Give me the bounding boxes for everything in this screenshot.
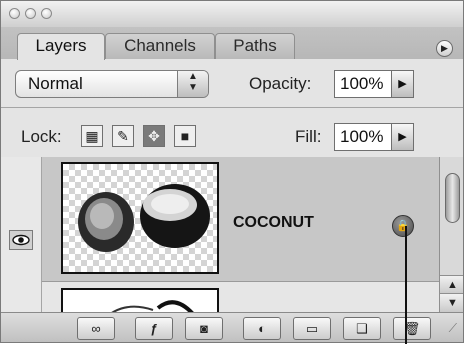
layer-controls: Normal ▲ ▼ Opacity: 100% ▶ Lock: ▦ ✎ ✥ ■ … [1,59,463,158]
layer-lock-icon: 🔒 [392,215,414,237]
group-folder-icon[interactable]: ▭ [293,317,331,340]
layer-style-icon[interactable]: ƒ [135,317,173,340]
fill-arrow-button[interactable]: ▶ [392,123,414,151]
callout-line [405,226,407,344]
scroll-thumb[interactable] [445,173,460,223]
layer-list: COCONUT 🔒 [1,157,439,328]
opacity-label: Opacity: [249,74,312,93]
scroll-up-icon[interactable]: ▲ [440,275,463,294]
lock-paint-icon[interactable]: ✎ [112,125,134,147]
minimize-window-button[interactable] [25,8,36,19]
adjustment-layer-icon[interactable]: ◐ [243,317,281,340]
layer-thumbnail[interactable] [61,162,219,274]
palette-title-bar[interactable] [1,1,463,28]
blend-mode-select[interactable]: Normal ▲ ▼ [15,70,209,98]
layer-mask-icon[interactable]: ◙ [185,317,223,340]
eye-icon[interactable] [9,230,33,250]
scroll-down-icon[interactable]: ▼ [440,293,463,312]
trash-icon[interactable]: 🗑 [393,317,431,340]
layer-name[interactable]: COCONUT [233,214,314,232]
tab-strip: Layers Channels Paths ▶ [1,27,463,60]
link-icon[interactable]: ∞ [77,317,115,340]
layers-palette: Layers Channels Paths ▶ Normal ▲ ▼ Opacit… [0,0,464,343]
palette-menu-icon[interactable]: ▶ [436,40,453,57]
resize-grip-icon[interactable]: ⟋ [449,321,457,336]
layer-actions-bar: ∞ ƒ ◙ ◐ ▭ ❑ 🗑 ⟋ [1,312,463,342]
opacity-arrow-button[interactable]: ▶ [392,70,414,98]
tab-paths[interactable]: Paths [215,33,295,59]
tab-channels[interactable]: Channels [105,33,215,59]
lock-label: Lock: [21,127,62,146]
scrollbar[interactable]: ▲ ▼ [439,157,463,312]
fill-label: Fill: [295,127,322,146]
fill-field[interactable]: 100% [334,123,392,151]
zoom-window-button[interactable] [41,8,52,19]
opacity-field[interactable]: 100% [334,70,392,98]
lock-position-icon[interactable]: ✥ [143,125,165,147]
lock-all-icon[interactable]: ■ [174,125,196,147]
divider [1,107,463,108]
new-layer-icon[interactable]: ❑ [343,317,381,340]
lock-transparency-icon[interactable]: ▦ [81,125,103,147]
select-arrows-icon: ▲ ▼ [177,71,208,97]
tab-layers[interactable]: Layers [17,33,105,60]
blend-mode-value: Normal [28,74,83,93]
close-window-button[interactable] [9,8,20,19]
